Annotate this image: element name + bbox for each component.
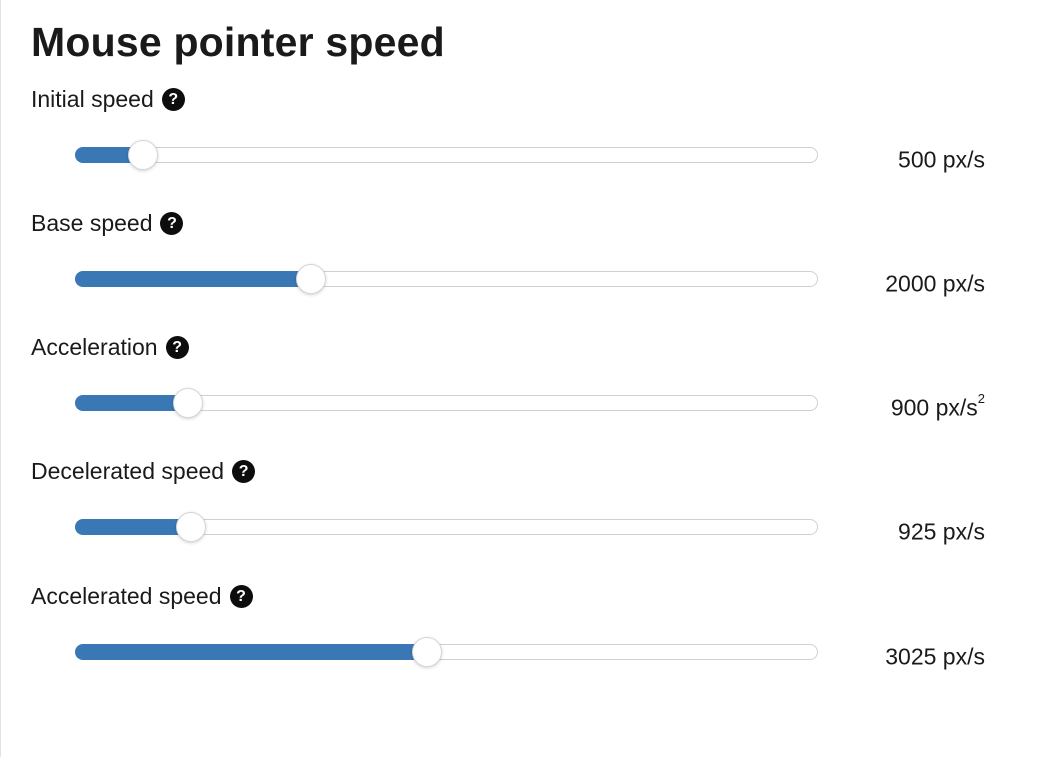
- base-speed-slider[interactable]: [75, 264, 818, 294]
- setting-label-row: Initial speed ?: [31, 84, 185, 114]
- setting-label-row: Acceleration ?: [31, 332, 189, 362]
- slider-track[interactable]: [75, 147, 818, 163]
- help-icon[interactable]: ?: [229, 584, 253, 608]
- setting-label: Accelerated speed: [31, 582, 222, 609]
- decelerated-speed-slider[interactable]: [75, 512, 818, 542]
- setting-value: 500 px/s: [898, 140, 985, 173]
- help-icon[interactable]: ?: [232, 459, 256, 483]
- help-icon[interactable]: ?: [161, 87, 185, 111]
- setting-value-text: 3025 px/s: [885, 643, 985, 670]
- slider-thumb[interactable]: [128, 140, 159, 170]
- setting-acceleration: Acceleration ? 900 px/s2: [0, 332, 1040, 456]
- setting-value: 2000 px/s: [885, 264, 985, 297]
- setting-value-text: 2000 px/s: [885, 270, 985, 297]
- setting-label-row: Base speed ?: [31, 208, 184, 238]
- setting-label: Initial speed: [31, 85, 154, 112]
- slider-thumb[interactable]: [175, 512, 206, 542]
- setting-value-exponent: 2: [977, 391, 985, 406]
- slider-fill: [75, 519, 191, 535]
- setting-label: Decelerated speed: [31, 457, 225, 484]
- accelerated-speed-slider[interactable]: [75, 637, 818, 667]
- setting-value-text: 925 px/s: [898, 518, 985, 545]
- initial-speed-slider[interactable]: [75, 140, 818, 170]
- setting-value-text: 500 px/s: [898, 146, 985, 173]
- setting-label-row: Decelerated speed ?: [31, 456, 256, 486]
- slider-thumb[interactable]: [412, 637, 443, 667]
- setting-label: Acceleration: [31, 333, 158, 360]
- setting-base-speed: Base speed ? 2000 px/s: [0, 208, 1040, 332]
- setting-initial-speed: Initial speed ? 500 px/s: [0, 84, 1040, 208]
- setting-value: 925 px/s: [898, 512, 985, 545]
- help-icon[interactable]: ?: [160, 211, 184, 235]
- setting-label: Base speed: [31, 209, 153, 236]
- slider-thumb[interactable]: [296, 264, 327, 294]
- help-icon[interactable]: ?: [165, 335, 189, 359]
- slider-fill: [75, 395, 189, 411]
- setting-label-row: Accelerated speed ?: [31, 581, 253, 611]
- setting-value: 900 px/s2: [890, 388, 985, 421]
- slider-fill: [75, 644, 428, 660]
- setting-value: 3025 px/s: [885, 637, 985, 670]
- slider-thumb[interactable]: [173, 388, 204, 418]
- mouse-pointer-speed-panel: Mouse pointer speed Initial speed ? 500 …: [0, 0, 1040, 757]
- setting-value-text: 900 px/s: [890, 394, 978, 421]
- page-title: Mouse pointer speed: [31, 19, 445, 65]
- acceleration-slider[interactable]: [75, 388, 818, 418]
- slider-fill: [75, 271, 312, 287]
- setting-decelerated-speed: Decelerated speed ? 925 px/s: [0, 456, 1040, 580]
- setting-accelerated-speed: Accelerated speed ? 3025 px/s: [0, 581, 1040, 705]
